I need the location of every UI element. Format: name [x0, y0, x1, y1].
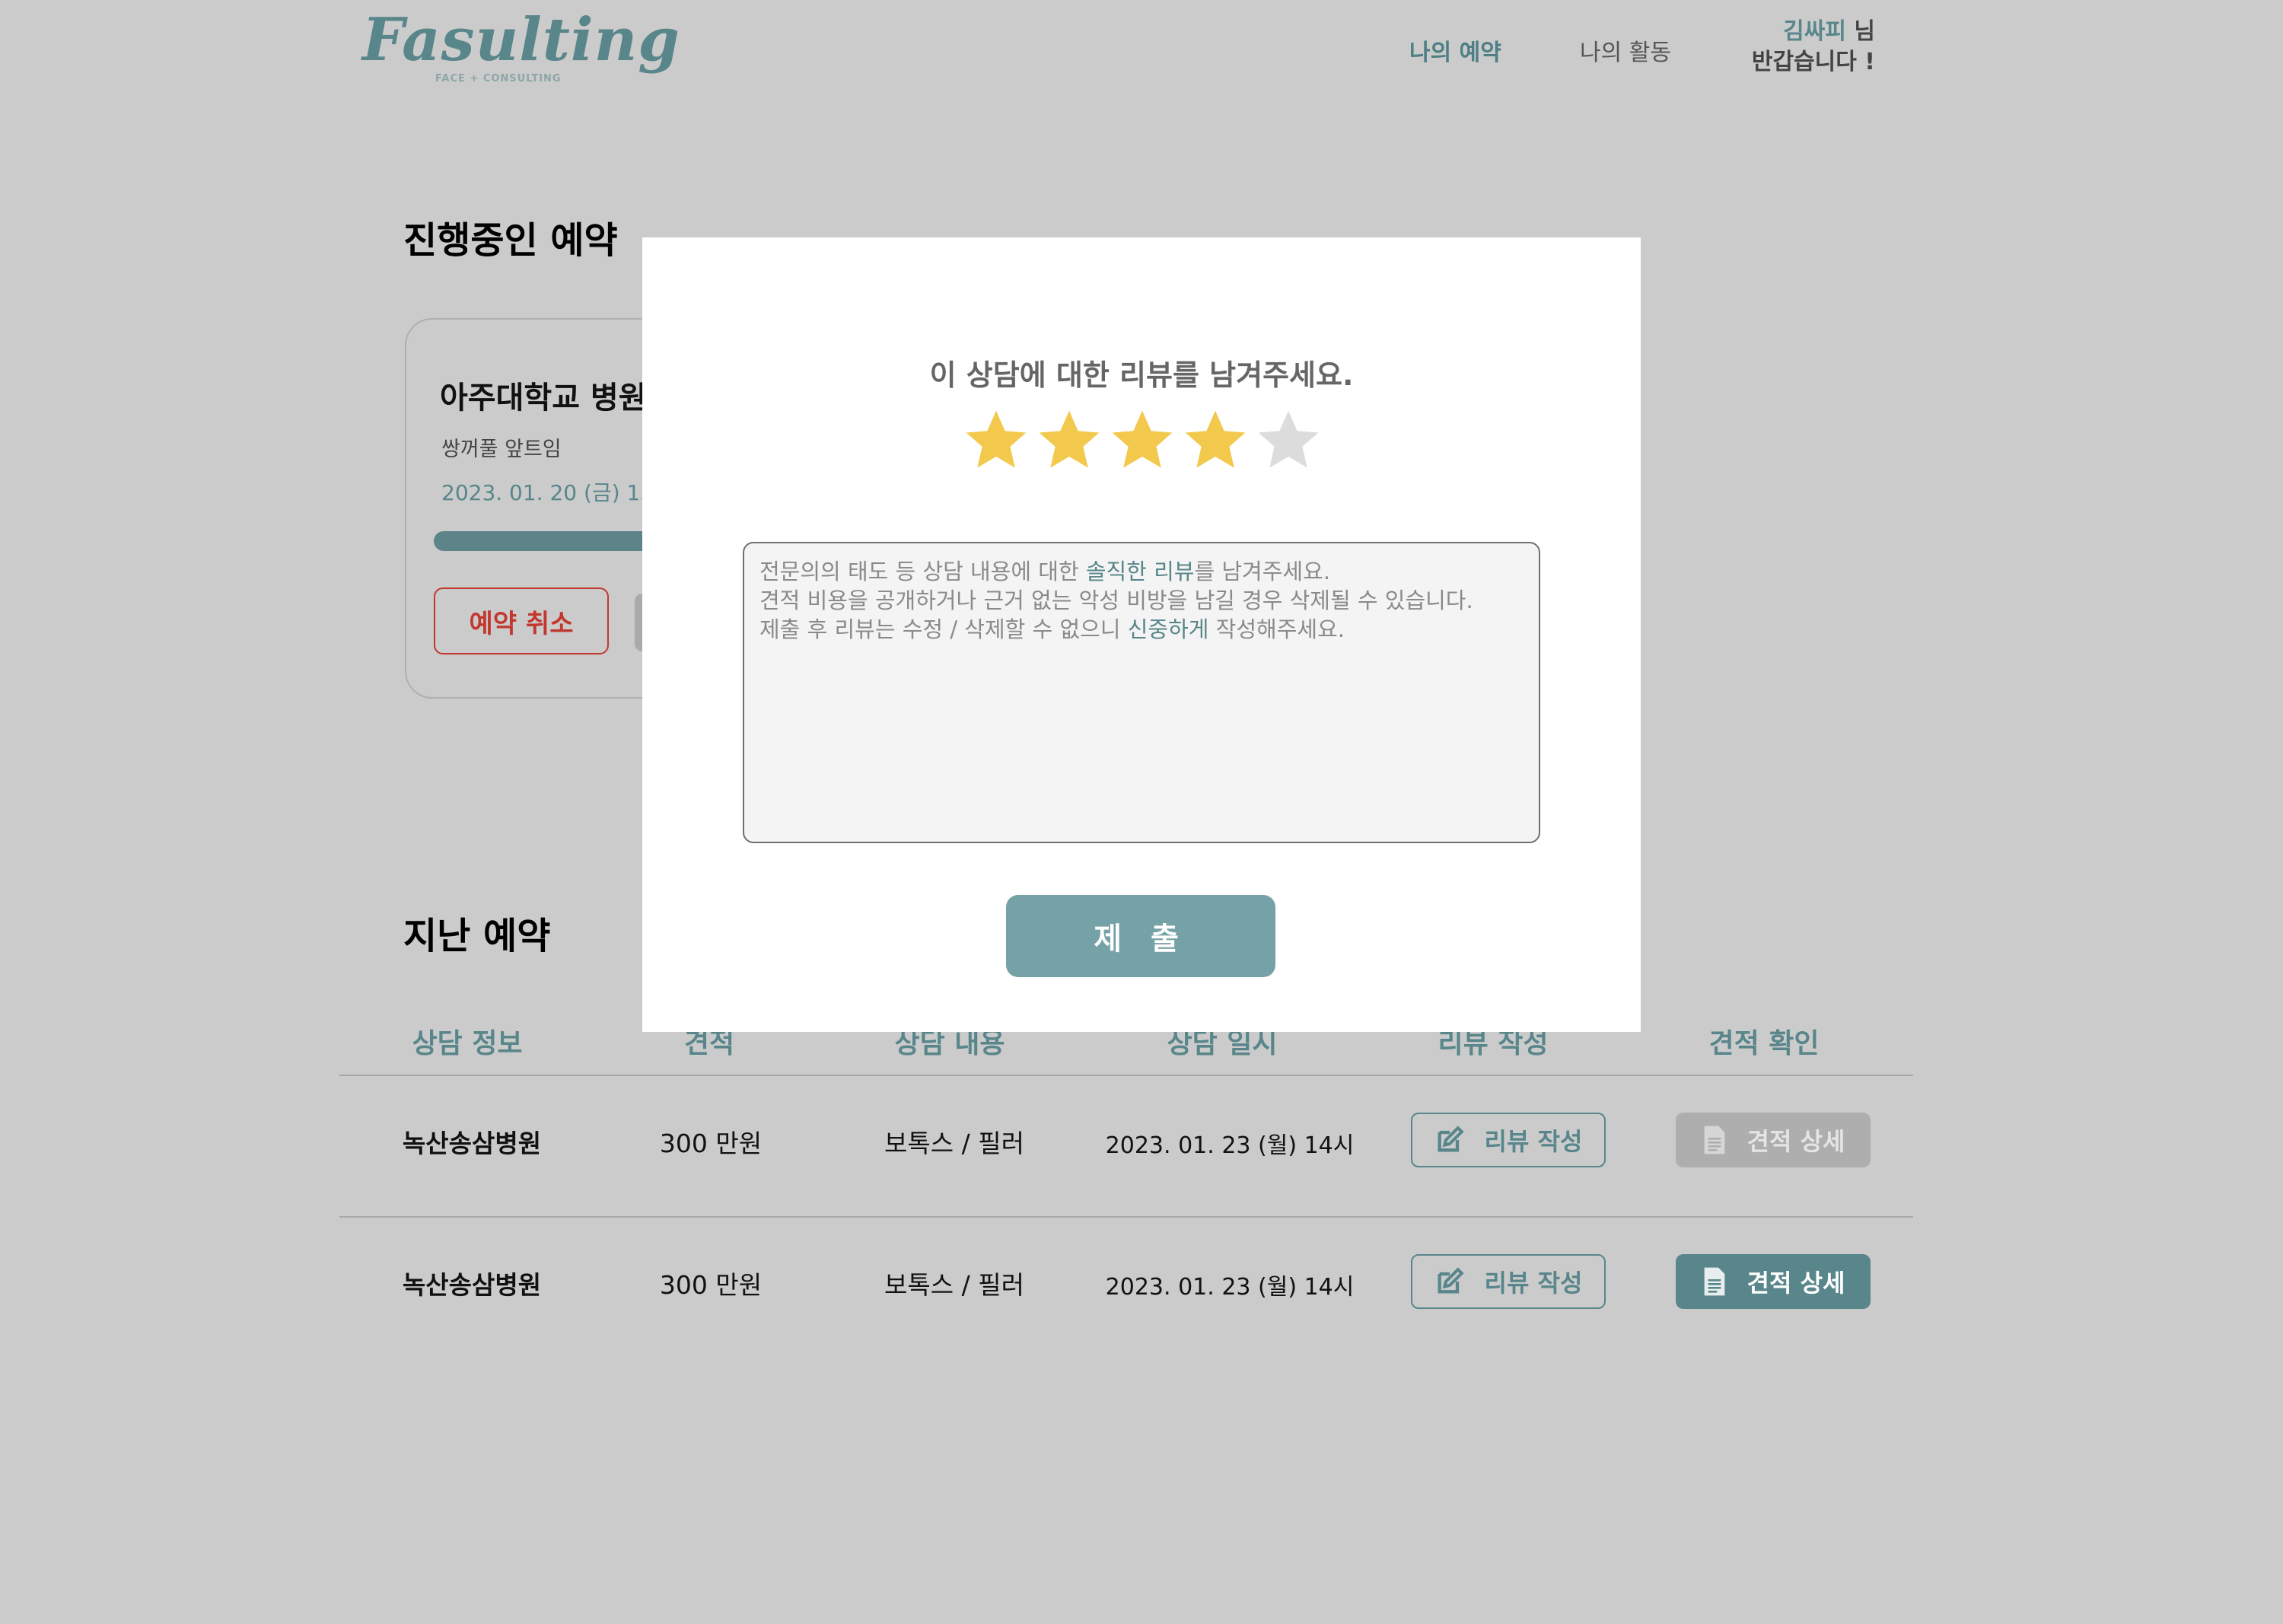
- card-date: 2023. 01. 20 (금) 15: [441, 480, 654, 505]
- user-greeting: 김싸피 님 반갑습니다 !: [1752, 17, 1875, 78]
- user-suffix: 님: [1845, 18, 1875, 45]
- star-icon[interactable]: [1035, 406, 1103, 475]
- review-modal-title: 이 상담에 대한 리뷰를 남겨주세요.: [929, 358, 1354, 392]
- row-datetime: 2023. 01. 23 (월) 14시: [1105, 1132, 1355, 1159]
- past-section-title: 지난 예약: [403, 915, 551, 957]
- write-review-label: 리뷰 작성: [1484, 1269, 1583, 1298]
- star-icon[interactable]: [1108, 406, 1177, 475]
- edit-icon: [1434, 1266, 1465, 1297]
- row-hospital: 녹산송삼병원: [402, 1129, 542, 1158]
- placeholder-text: 를 남겨주세요.: [1194, 559, 1330, 584]
- nav-my-reservations[interactable]: 나의 예약: [1409, 33, 1501, 67]
- row-content: 보톡스 / 필러: [884, 1270, 1024, 1300]
- submit-review-button[interactable]: 제 출: [1006, 895, 1275, 977]
- star-icon[interactable]: [962, 406, 1030, 475]
- placeholder-line: 견적 비용을 공개하거나 근거 없는 악성 비방을 남길 경우 삭제될 수 있습…: [759, 588, 1473, 613]
- logo-text: Fasulting: [362, 5, 680, 75]
- star-rating[interactable]: [962, 406, 1323, 475]
- quote-detail-label: 견적 상세: [1746, 1269, 1845, 1298]
- placeholder-line: 제출 후 리뷰는 수정 / 삭제할 수 없으니 신중하게 작성해주세요.: [759, 615, 1524, 644]
- row-datetime: 2023. 01. 23 (월) 14시: [1105, 1274, 1355, 1301]
- placeholder-highlight: 신중하게: [1127, 616, 1209, 642]
- document-icon: [1702, 1266, 1727, 1297]
- placeholder-highlight: 솔직한 리뷰: [1085, 559, 1195, 584]
- write-review-label: 리뷰 작성: [1484, 1127, 1583, 1156]
- logo[interactable]: Fasulting FACE + CONSULTING: [362, 5, 680, 85]
- greeting-text: 반갑습니다 !: [1751, 49, 1875, 75]
- user-name: 김싸피: [1783, 18, 1846, 45]
- star-icon[interactable]: [1254, 406, 1323, 475]
- card-hospital-name: 아주대학교 병원: [440, 381, 647, 416]
- row-price: 300 만원: [659, 1129, 763, 1158]
- quote-detail-button[interactable]: 견적 상세: [1676, 1113, 1871, 1167]
- quote-detail-label: 견적 상세: [1746, 1127, 1845, 1156]
- card-procedure: 쌍꺼풀 앞트임: [441, 438, 562, 461]
- star-icon[interactable]: [1181, 406, 1250, 475]
- column-header: 견적 확인: [1708, 1028, 1820, 1059]
- row-hospital: 녹산송삼병원: [402, 1270, 542, 1300]
- row-content: 보톡스 / 필러: [884, 1129, 1024, 1158]
- table-row: 녹산송삼병원 300 만원 보톡스 / 필러 2023. 01. 23 (월) …: [339, 1218, 1913, 1359]
- logo-tagline: FACE + CONSULTING: [435, 73, 562, 84]
- review-modal: 이 상담에 대한 리뷰를 남겨주세요. 전문의의 태도 등 상담 내용에 대한 …: [642, 237, 1641, 1032]
- placeholder-text: 작성해주세요.: [1208, 616, 1345, 642]
- placeholder-text: 전문의의 태도 등 상담 내용에 대한: [759, 559, 1086, 584]
- column-header: 상담 정보: [412, 1028, 523, 1059]
- write-review-button[interactable]: 리뷰 작성: [1411, 1113, 1606, 1167]
- table-row: 녹산송삼병원 300 만원 보톡스 / 필러 2023. 01. 23 (월) …: [339, 1076, 1913, 1218]
- edit-icon: [1434, 1125, 1465, 1155]
- quote-detail-button[interactable]: 견적 상세: [1676, 1254, 1871, 1309]
- review-textarea[interactable]: 전문의의 태도 등 상담 내용에 대한 솔직한 리뷰를 남겨주세요. 견적 비용…: [743, 542, 1540, 843]
- document-icon: [1702, 1125, 1727, 1155]
- nav-my-activity[interactable]: 나의 활동: [1580, 33, 1671, 67]
- ongoing-section-title: 진행중인 예약: [403, 219, 618, 262]
- row-price: 300 만원: [659, 1270, 763, 1300]
- placeholder-line: 전문의의 태도 등 상담 내용에 대한 솔직한 리뷰를 남겨주세요.: [759, 557, 1524, 586]
- cancel-reservation-button[interactable]: 예약 취소: [434, 588, 609, 654]
- write-review-button[interactable]: 리뷰 작성: [1411, 1254, 1606, 1309]
- placeholder-text: 제출 후 리뷰는 수정 / 삭제할 수 없으니: [759, 616, 1128, 642]
